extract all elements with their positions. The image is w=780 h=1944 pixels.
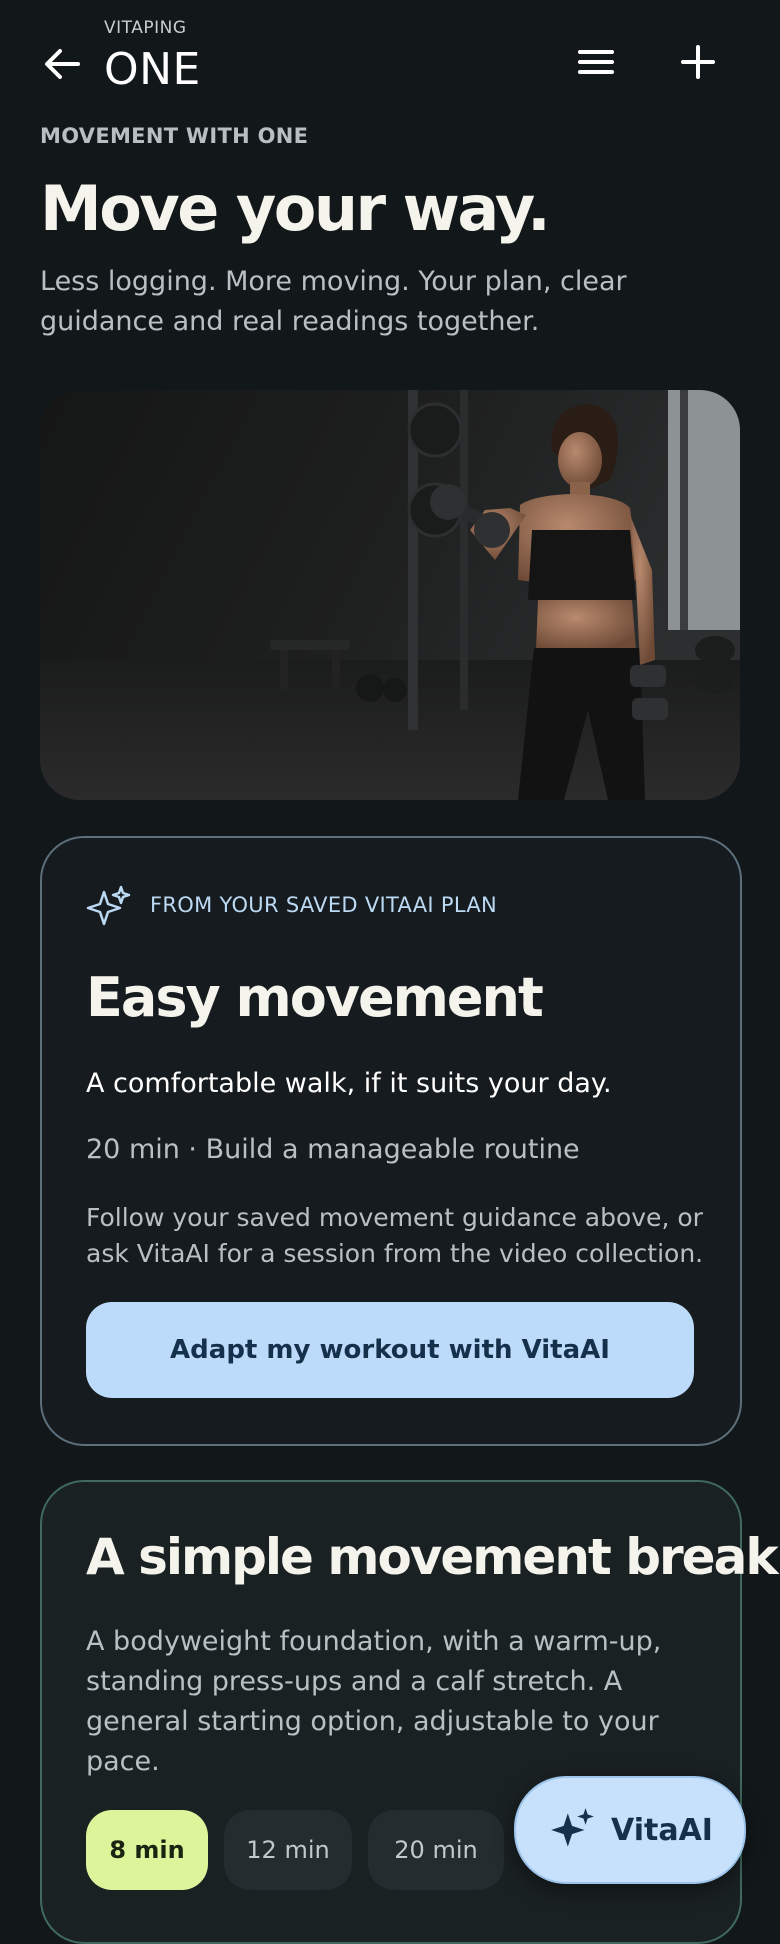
break-description: A bodyweight foundation, with a warm-up,… bbox=[86, 1626, 662, 1777]
page-title: Move your way. bbox=[40, 172, 551, 245]
plan-title: Easy movement bbox=[86, 966, 544, 1029]
plan-description: A comfortable walk, if it suits your day… bbox=[86, 1068, 612, 1099]
duration-chip-8[interactable]: 8 min bbox=[86, 1810, 208, 1890]
sparkle-icon bbox=[84, 884, 132, 932]
hero-photo bbox=[40, 390, 740, 800]
plus-icon bbox=[681, 45, 715, 79]
duration-chip-12[interactable]: 12 min bbox=[224, 1810, 352, 1890]
plan-guidance-text: Follow your saved movement guidance abov… bbox=[86, 1203, 704, 1268]
add-button[interactable] bbox=[678, 42, 718, 82]
sparkle-icon bbox=[551, 1808, 594, 1847]
menu-icon bbox=[578, 50, 614, 74]
plan-eyebrow: FROM YOUR SAVED VITAAI PLAN bbox=[150, 893, 498, 917]
menu-button[interactable] bbox=[574, 44, 618, 80]
back-button[interactable] bbox=[40, 42, 84, 86]
section-eyebrow: MOVEMENT WITH ONE bbox=[40, 124, 309, 148]
page-subtitle: Less logging. More moving. Your plan, cl… bbox=[40, 266, 627, 337]
arrow-left-icon bbox=[45, 49, 80, 79]
brand-name: ONE bbox=[104, 44, 201, 95]
vitaai-fab[interactable]: VitaAI bbox=[514, 1776, 746, 1884]
adapt-workout-button[interactable]: Adapt my workout with VitaAI bbox=[86, 1302, 694, 1398]
plan-duration-goal: 20 min · Build a manageable routine bbox=[86, 1134, 580, 1165]
break-title: A simple movement break bbox=[86, 1528, 779, 1586]
brand-eyebrow: VITAPING bbox=[104, 18, 187, 38]
vitaai-fab-label: VitaAI bbox=[611, 1812, 713, 1848]
duration-chip-20[interactable]: 20 min bbox=[368, 1810, 504, 1890]
